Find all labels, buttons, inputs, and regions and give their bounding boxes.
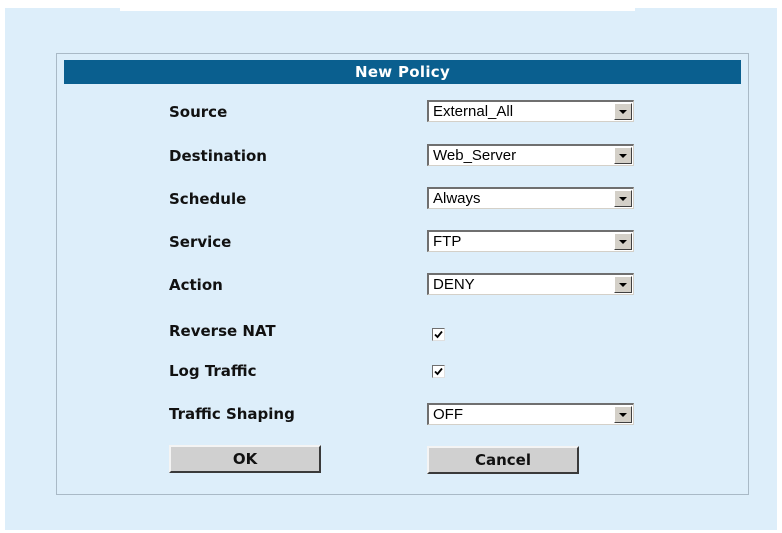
reverse-nat-label: Reverse NAT	[169, 322, 276, 340]
traffic-shaping-value: OFF	[433, 406, 463, 423]
service-value: FTP	[433, 233, 462, 250]
service-label: Service	[169, 233, 232, 251]
top-divider	[120, 8, 635, 11]
chevron-down-icon[interactable]	[614, 276, 632, 293]
action-label: Action	[169, 276, 223, 294]
source-label: Source	[169, 103, 228, 121]
schedule-select[interactable]: Always	[427, 187, 634, 209]
chevron-down-icon[interactable]	[614, 147, 632, 164]
log-traffic-label: Log Traffic	[169, 362, 257, 380]
destination-select[interactable]: Web_Server	[427, 144, 634, 166]
check-icon	[434, 367, 443, 376]
chevron-down-icon[interactable]	[614, 406, 632, 423]
ok-button[interactable]: OK	[169, 445, 321, 473]
source-select[interactable]: External_All	[427, 100, 634, 122]
destination-value: Web_Server	[433, 147, 517, 164]
schedule-label: Schedule	[169, 190, 247, 208]
chevron-down-icon[interactable]	[614, 103, 632, 120]
chevron-down-icon[interactable]	[614, 233, 632, 250]
traffic-shaping-select[interactable]: OFF	[427, 403, 634, 425]
cancel-button[interactable]: Cancel	[427, 446, 579, 474]
destination-label: Destination	[169, 147, 267, 165]
dialog-title: New Policy	[64, 60, 741, 84]
service-select[interactable]: FTP	[427, 230, 634, 252]
action-value: DENY	[433, 276, 475, 293]
reverse-nat-checkbox[interactable]	[432, 328, 445, 341]
schedule-value: Always	[433, 190, 481, 207]
new-policy-dialog: New Policy Source External_All Destinati…	[56, 53, 749, 495]
source-value: External_All	[433, 103, 514, 120]
check-icon	[434, 330, 443, 339]
traffic-shaping-label: Traffic Shaping	[169, 405, 295, 423]
log-traffic-checkbox[interactable]	[432, 365, 445, 378]
chevron-down-icon[interactable]	[614, 190, 632, 207]
action-select[interactable]: DENY	[427, 273, 634, 295]
